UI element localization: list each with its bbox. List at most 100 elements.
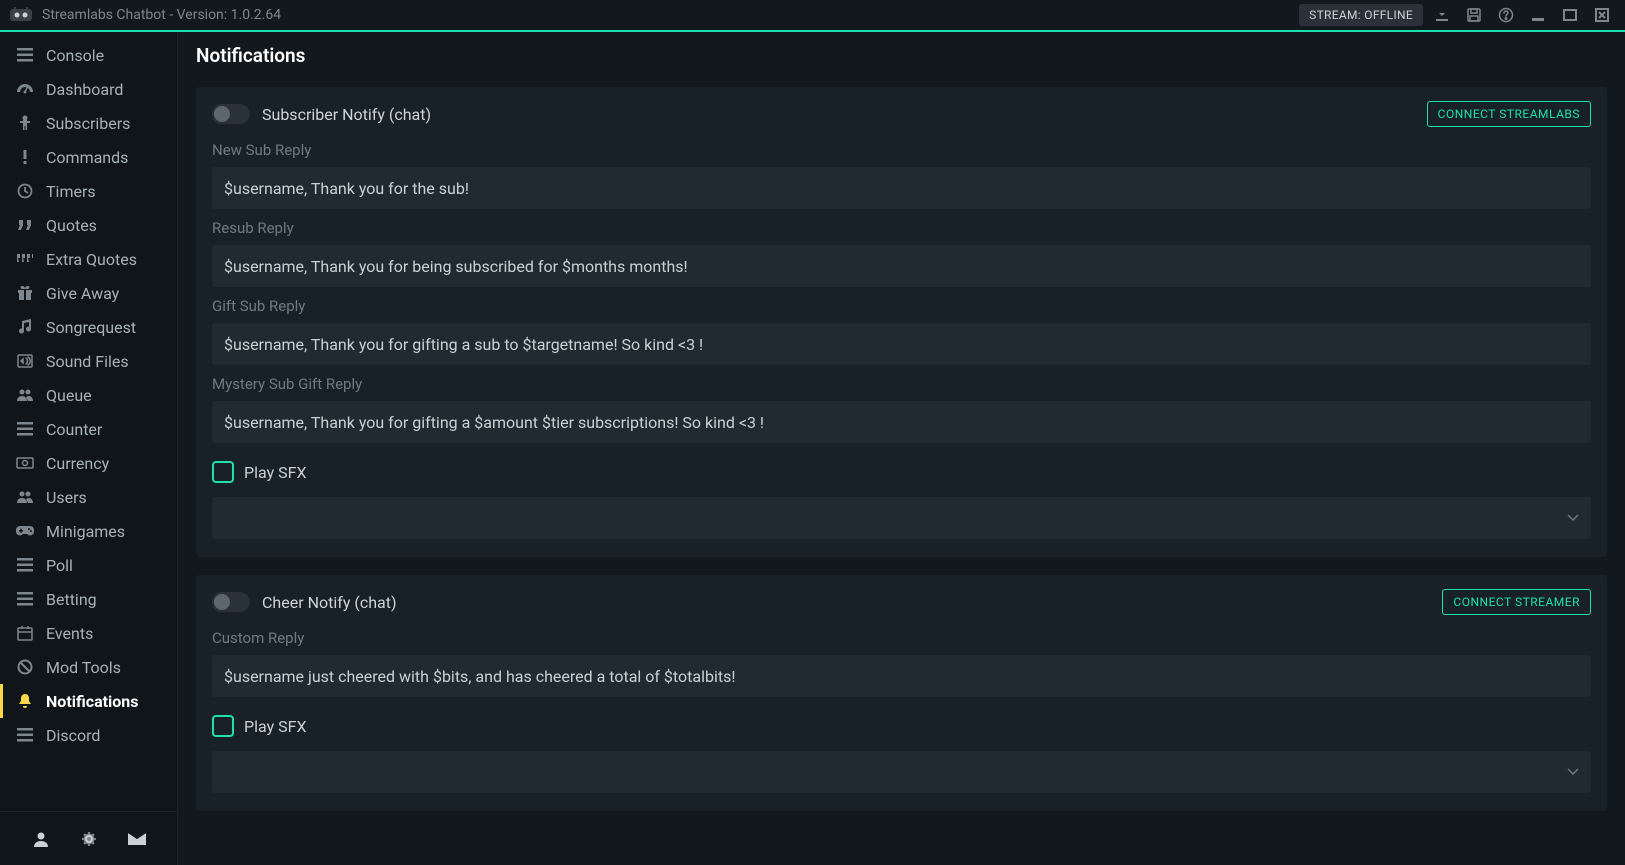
resub-input[interactable]: [212, 245, 1591, 287]
game-icon: [14, 525, 36, 537]
stream-status-badge: STREAM: OFFLINE: [1299, 4, 1423, 26]
gauge-icon: [14, 82, 36, 96]
sidebar-item-console[interactable]: Console: [0, 38, 177, 72]
cheer-play-sfx-checkbox[interactable]: Play SFX: [212, 715, 1591, 737]
minimize-icon[interactable]: [1525, 4, 1551, 26]
gear-icon[interactable]: [78, 828, 100, 850]
cheer-notify-title: Cheer Notify (chat): [262, 593, 1442, 612]
help-icon[interactable]: [1493, 4, 1519, 26]
sidebar-item-label: Poll: [46, 556, 73, 575]
bars-icon: [14, 558, 36, 572]
sidebar-item-label: Commands: [46, 148, 128, 167]
app-title: Streamlabs Chatbot - Version: 1.0.2.64: [42, 7, 1299, 23]
download-icon[interactable]: [1429, 4, 1455, 26]
sidebar-item-label: Counter: [46, 420, 102, 439]
user-icon[interactable]: [30, 828, 52, 850]
bars-icon: [14, 592, 36, 606]
app-logo-icon: [10, 6, 32, 24]
sidebar-item-users[interactable]: Users: [0, 480, 177, 514]
quote-icon: [14, 219, 36, 231]
page-title: Notifications: [196, 44, 1607, 67]
cheer-notify-toggle[interactable]: [212, 592, 250, 612]
custom-reply-input[interactable]: [212, 655, 1591, 697]
subscriber-play-sfx-checkbox[interactable]: Play SFX: [212, 461, 1591, 483]
sidebar-item-label: Users: [46, 488, 87, 507]
bars-icon: [14, 422, 36, 436]
checkbox-icon: [212, 715, 234, 737]
connect-streamer-button[interactable]: CONNECT STREAMER: [1442, 589, 1591, 615]
sidebar-footer: [0, 811, 177, 865]
sidebar-item-label: Betting: [46, 590, 97, 609]
play-sfx-label: Play SFX: [244, 717, 306, 736]
sidebar-item-give-away[interactable]: Give Away: [0, 276, 177, 310]
sidebar-item-label: Queue: [46, 386, 92, 405]
bell-icon: [14, 693, 36, 709]
checkbox-icon: [212, 461, 234, 483]
title-bar: Streamlabs Chatbot - Version: 1.0.2.64 S…: [0, 0, 1625, 32]
sidebar-item-dashboard[interactable]: Dashboard: [0, 72, 177, 106]
sidebar-item-label: Mod Tools: [46, 658, 121, 677]
sidebar-item-queue[interactable]: Queue: [0, 378, 177, 412]
sidebar-item-label: Subscribers: [46, 114, 130, 133]
connect-streamlabs-button[interactable]: CONNECT STREAMLABS: [1427, 101, 1591, 127]
mystery-sub-label: Mystery Sub Gift Reply: [212, 375, 1591, 393]
cheer-notify-card: Cheer Notify (chat) CONNECT STREAMER Cus…: [196, 575, 1607, 811]
cheer-sfx-select[interactable]: [212, 751, 1591, 793]
calendar-icon: [14, 625, 36, 641]
sidebar-item-label: Dashboard: [46, 80, 123, 99]
sidebar-item-events[interactable]: Events: [0, 616, 177, 650]
bars-icon: [14, 48, 36, 62]
sidebar-item-poll[interactable]: Poll: [0, 548, 177, 582]
sidebar-item-label: Notifications: [46, 692, 139, 711]
clock-icon: [14, 183, 36, 199]
sidebar-item-timers[interactable]: Timers: [0, 174, 177, 208]
sidebar-item-sound-files[interactable]: Sound Files: [0, 344, 177, 378]
subscriber-notify-toggle[interactable]: [212, 104, 250, 124]
new-sub-input[interactable]: [212, 167, 1591, 209]
sidebar-item-betting[interactable]: Betting: [0, 582, 177, 616]
sidebar-item-label: Give Away: [46, 284, 119, 303]
sidebar-item-label: Quotes: [46, 216, 97, 235]
sidebar-item-minigames[interactable]: Minigames: [0, 514, 177, 548]
users-icon: [14, 388, 36, 402]
gift-icon: [14, 285, 36, 301]
resub-label: Resub Reply: [212, 219, 1591, 237]
sidebar-item-extra-quotes[interactable]: Extra Quotes: [0, 242, 177, 276]
sidebar-item-label: Songrequest: [46, 318, 136, 337]
subscriber-notify-card: Subscriber Notify (chat) CONNECT STREAML…: [196, 87, 1607, 557]
chevron-down-icon: [1567, 514, 1579, 522]
sidebar-item-label: Extra Quotes: [46, 250, 137, 269]
sidebar: Console Dashboard Subscribers Commands Timer…: [0, 32, 178, 865]
maximize-icon[interactable]: [1557, 4, 1583, 26]
play-sfx-label: Play SFX: [244, 463, 306, 482]
custom-reply-label: Custom Reply: [212, 629, 1591, 647]
subscriber-sfx-select[interactable]: [212, 497, 1591, 539]
sidebar-item-label: Sound Files: [46, 352, 129, 371]
sidebar-item-label: Console: [46, 46, 104, 65]
mail-icon[interactable]: [126, 828, 148, 850]
sidebar-item-commands[interactable]: Commands: [0, 140, 177, 174]
person-icon: [14, 115, 36, 131]
sidebar-item-label: Minigames: [46, 522, 125, 541]
close-icon[interactable]: [1589, 4, 1615, 26]
sidebar-item-label: Timers: [46, 182, 96, 201]
gift-sub-input[interactable]: [212, 323, 1591, 365]
users-icon: [14, 490, 36, 504]
sidebar-item-subscribers[interactable]: Subscribers: [0, 106, 177, 140]
sidebar-item-label: Events: [46, 624, 93, 643]
sidebar-item-mod-tools[interactable]: Mod Tools: [0, 650, 177, 684]
quote2-icon: [14, 253, 36, 265]
new-sub-label: New Sub Reply: [212, 141, 1591, 159]
sidebar-item-currency[interactable]: Currency: [0, 446, 177, 480]
sidebar-item-counter[interactable]: Counter: [0, 412, 177, 446]
mystery-sub-input[interactable]: [212, 401, 1591, 443]
gift-sub-label: Gift Sub Reply: [212, 297, 1591, 315]
money-icon: [14, 457, 36, 469]
sidebar-item-songrequest[interactable]: Songrequest: [0, 310, 177, 344]
music-icon: [14, 319, 36, 335]
sidebar-item-notifications[interactable]: Notifications: [0, 684, 177, 718]
sidebar-item-quotes[interactable]: Quotes: [0, 208, 177, 242]
sidebar-item-discord[interactable]: Discord: [0, 718, 177, 752]
save-icon[interactable]: [1461, 4, 1487, 26]
bars-icon: [14, 728, 36, 742]
